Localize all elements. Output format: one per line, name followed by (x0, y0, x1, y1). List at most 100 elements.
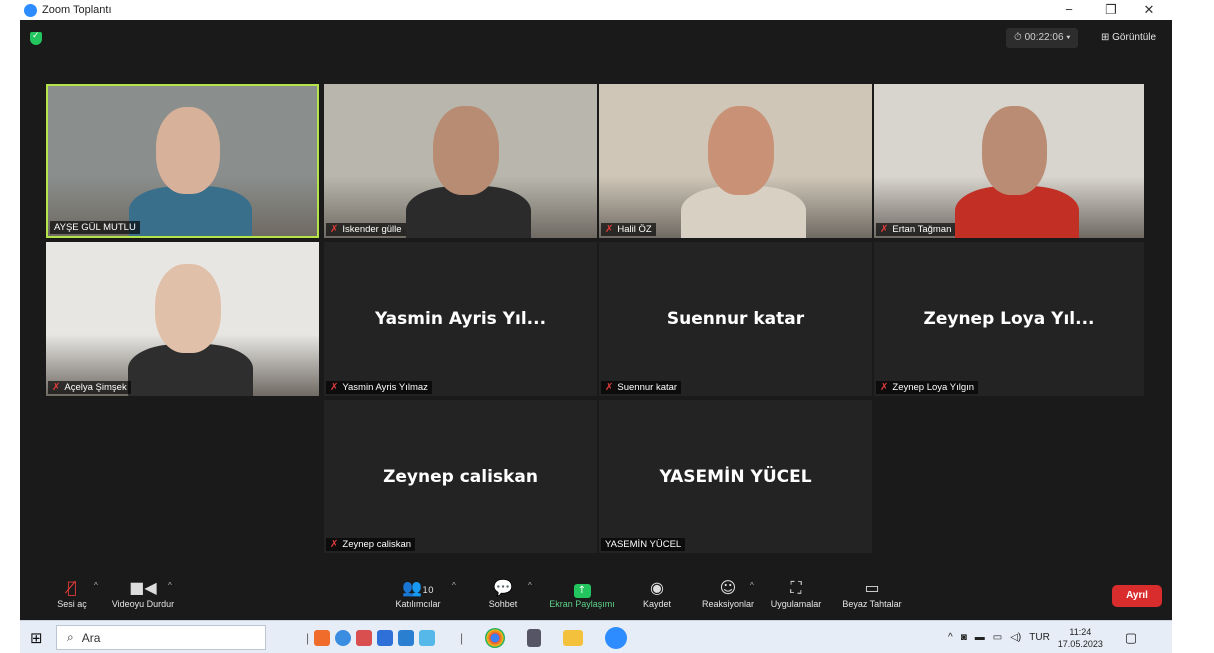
taskbar-apps: | (460, 621, 628, 653)
participant-name: Iskender gülle (342, 224, 402, 235)
app-icon[interactable] (335, 629, 352, 646)
participant-name-label: ✗ Zeynep caliskan (326, 538, 416, 551)
participant-name-label: ✗ Ertan Tağman (876, 223, 956, 236)
start-button[interactable]: ⊞ (30, 621, 43, 653)
meet-now-icon[interactable]: ◙ (961, 632, 967, 643)
participant-video (599, 84, 872, 238)
clock-date: 17.05.2023 (1057, 638, 1103, 649)
participant-name-label: AYŞE GÜL MUTLU (50, 221, 140, 234)
battery-icon[interactable]: ▬ (975, 632, 985, 643)
participant-tile[interactable]: ✗ Açelya Şimşek (46, 242, 319, 396)
windows-logo-icon: ⊞ (30, 628, 43, 647)
network-icon[interactable]: ▭ (993, 632, 1002, 643)
leave-button[interactable]: Ayrıl (1112, 585, 1162, 607)
search-icon: ⌕ (67, 630, 74, 644)
mic-muted-icon: ✗ (880, 224, 889, 235)
participants-icon: 👥10 (402, 578, 434, 597)
video-camera-icon: ■◀ (129, 578, 157, 597)
participant-name: Açelya Şimşek (64, 382, 127, 393)
participant-name-label: ✗ Zeynep Loya Yılgın (876, 381, 979, 394)
window-title: Zoom Toplantı (42, 4, 112, 16)
record-button[interactable]: ◉ Kaydet (632, 577, 682, 609)
mic-off-icon: 🎙̸ (67, 578, 77, 597)
participant-name-label: ✗ Açelya Şimşek (48, 381, 131, 394)
participant-display-name: Suennur katar (666, 309, 805, 329)
app-icon[interactable] (419, 629, 436, 646)
app-icon[interactable] (356, 629, 373, 646)
participant-name: Zeynep Loya Yılgın (892, 382, 975, 393)
participant-name: Yasmin Ayris Yılmaz (342, 382, 428, 393)
participants-button[interactable]: 👥10 Katılımcılar ^ (378, 577, 458, 609)
participant-name-label: YASEMİN YÜCEL (601, 538, 686, 551)
video-label: Videoyu Durdur (111, 599, 175, 609)
mute-label: Sesi aç (57, 599, 87, 609)
notifications-icon[interactable]: ▢ (1125, 630, 1137, 646)
app-icon[interactable] (314, 629, 331, 646)
participant-video (874, 84, 1144, 238)
mic-muted-icon: ✗ (605, 224, 614, 235)
mic-muted-icon: ✗ (330, 539, 339, 550)
zoom-app-icon[interactable] (605, 626, 628, 649)
video-button[interactable]: ■◀ Videoyu Durdur ^ (98, 577, 188, 609)
participant-name: AYŞE GÜL MUTLU (54, 222, 136, 233)
participant-tile[interactable]: Suennur katar ✗ Suennur katar (599, 242, 872, 396)
record-icon: ◉ (650, 578, 664, 597)
chat-button[interactable]: 💬 Sohbet ^ (478, 577, 532, 609)
separator: | (306, 630, 310, 645)
clock[interactable]: 11:24 17.05.2023 (1058, 626, 1103, 650)
chevron-up-icon[interactable]: ^ (168, 581, 172, 590)
participants-label: Katılımcılar (395, 599, 441, 609)
file-explorer-icon[interactable] (563, 629, 584, 646)
participant-tile[interactable]: Zeynep Loya Yıl... ✗ Zeynep Loya Yılgın (874, 242, 1144, 396)
windows-taskbar: ⊞ ⌕ Ara | | ^ ◙ ▬ ▭ ◁) TUR 11:24 17.05.2… (20, 620, 1172, 653)
apps-button[interactable]: ⛶ Uygulamalar (764, 577, 828, 609)
participant-tile[interactable]: YASEMİN YÜCEL YASEMİN YÜCEL (599, 400, 872, 553)
participant-name: YASEMİN YÜCEL (605, 539, 682, 550)
participant-display-name: Yasmin Ayris Yıl... (374, 309, 547, 329)
clock-time: 11:24 (1069, 626, 1092, 637)
participant-video (324, 84, 597, 238)
system-tray: ^ ◙ ▬ ▭ ◁) TUR 11:24 17.05.2023 ▢ (948, 621, 1137, 653)
chevron-up-icon[interactable]: ^ (948, 632, 953, 643)
participant-tile[interactable]: AYŞE GÜL MUTLU (46, 84, 319, 238)
participant-display-name: Zeynep caliskan (383, 466, 538, 487)
chat-label: Sohbet (488, 599, 518, 609)
whiteboard-icon: ▭ (864, 578, 880, 597)
volume-icon[interactable]: ◁) (1010, 632, 1021, 643)
meeting-timer[interactable]: ⏱ 00:22:06 ▾ (1006, 28, 1079, 48)
chevron-up-icon[interactable]: ^ (528, 581, 532, 590)
mute-button[interactable]: 🎙̸ Sesi aç ^ (52, 577, 98, 609)
chrome-icon[interactable] (485, 627, 506, 648)
app-icon[interactable] (377, 629, 394, 646)
whiteboards-button[interactable]: ▭ Beyaz Tahtalar (836, 577, 908, 609)
share-screen-icon: ↑ (542, 577, 622, 599)
participant-name-label: ✗ Suennur katar (601, 381, 682, 394)
participant-tile[interactable]: Zeynep caliskan ✗ Zeynep caliskan (324, 400, 597, 553)
reactions-button[interactable]: ☺ Reaksiyonlar ^ (694, 577, 762, 609)
zoom-logo-icon (24, 3, 37, 17)
view-button[interactable]: ⊞ Görüntüle (1097, 28, 1160, 48)
taskbar-search[interactable]: ⌕ Ara (56, 625, 266, 650)
security-shield-icon[interactable] (30, 31, 42, 45)
share-label: Ekran Paylaşımı (549, 599, 615, 609)
participant-tile[interactable]: ✗ Ertan Tağman (874, 84, 1144, 238)
chat-icon: 💬 (493, 578, 513, 597)
participant-name-label: ✗ Iskender gülle (326, 223, 406, 236)
record-label: Kaydet (642, 599, 672, 609)
participant-tile[interactable]: Yasmin Ayris Yıl... ✗ Yasmin Ayris Yılmaz (324, 242, 597, 396)
chevron-up-icon[interactable]: ^ (750, 581, 754, 590)
participant-tile[interactable]: ✗ Iskender gülle (324, 84, 597, 238)
minimize-button[interactable]: − (1052, 0, 1086, 20)
participant-tile[interactable]: ✗ Halil ÖZ (599, 84, 872, 238)
calculator-icon[interactable] (527, 628, 542, 647)
participant-name: Ertan Tağman (892, 224, 952, 235)
apps-icon: ⛶ (790, 578, 802, 597)
app-icon[interactable] (398, 629, 415, 646)
restore-button[interactable]: ❐ (1094, 0, 1128, 20)
participant-display-name: Zeynep Loya Yıl... (923, 309, 1095, 329)
close-button[interactable]: ✕ (1132, 0, 1166, 20)
share-screen-button[interactable]: ↑ Ekran Paylaşımı (542, 577, 622, 609)
chevron-up-icon[interactable]: ^ (452, 581, 456, 590)
pinned-apps-group[interactable]: | (306, 621, 436, 653)
language-indicator[interactable]: TUR (1029, 632, 1050, 643)
